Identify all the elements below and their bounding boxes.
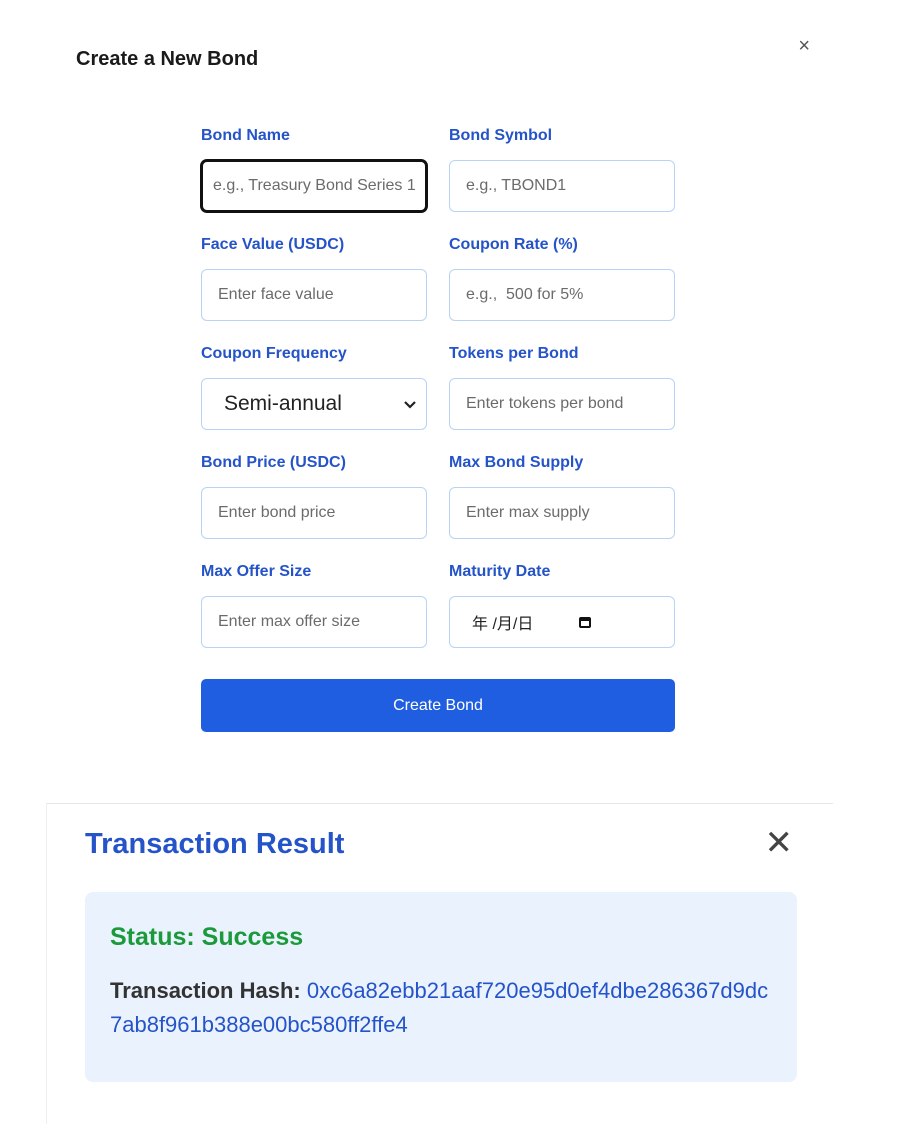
bond-price-field: Bond Price (USDC) bbox=[201, 453, 427, 539]
tokens-per-bond-label: Tokens per Bond bbox=[449, 345, 579, 362]
coupon-rate-input[interactable] bbox=[449, 269, 675, 321]
bond-name-label: Bond Name bbox=[201, 127, 290, 144]
bond-name-field: Bond Name bbox=[201, 126, 427, 212]
face-value-label: Face Value (USDC) bbox=[201, 236, 345, 253]
face-value-input[interactable] bbox=[201, 269, 427, 321]
max-offer-size-input[interactable] bbox=[201, 596, 427, 648]
close-icon[interactable]: ✕ bbox=[765, 826, 794, 860]
status-text: Status: Success bbox=[110, 923, 304, 951]
coupon-frequency-label: Coupon Frequency bbox=[201, 345, 347, 362]
bond-price-input[interactable] bbox=[201, 487, 427, 539]
modal-title: Create a New Bond bbox=[76, 48, 259, 70]
create-bond-modal: Create a New Bond × Bond Name Bond Symbo… bbox=[46, 18, 832, 804]
max-offer-size-label: Max Offer Size bbox=[201, 563, 312, 580]
max-bond-supply-input[interactable] bbox=[449, 487, 675, 539]
close-icon[interactable]: × bbox=[798, 36, 810, 56]
tokens-per-bond-field: Tokens per Bond bbox=[449, 344, 675, 430]
result-title: Transaction Result bbox=[85, 828, 345, 860]
coupon-frequency-value: Semi-annual bbox=[224, 392, 342, 415]
max-bond-supply-label: Max Bond Supply bbox=[449, 454, 584, 471]
coupon-rate-field: Coupon Rate (%) bbox=[449, 235, 675, 321]
coupon-rate-label: Coupon Rate (%) bbox=[449, 236, 578, 253]
coupon-frequency-field: Coupon Frequency Semi-annual bbox=[201, 344, 427, 430]
create-bond-button[interactable]: Create Bond bbox=[201, 679, 675, 732]
bond-price-label: Bond Price (USDC) bbox=[201, 454, 346, 471]
tokens-per-bond-input[interactable] bbox=[449, 378, 675, 430]
max-bond-supply-field: Max Bond Supply bbox=[449, 453, 675, 539]
result-panel: Status: Success Transaction Hash: 0xc6a8… bbox=[85, 892, 797, 1082]
maturity-date-field: Maturity Date 年 /月/日 bbox=[449, 562, 675, 648]
maturity-date-input[interactable]: 年 /月/日 bbox=[449, 596, 675, 648]
calendar-icon[interactable] bbox=[579, 616, 592, 628]
create-bond-form: Bond Name Bond Symbol Face Value (USDC) … bbox=[201, 126, 675, 732]
transaction-hash: Transaction Hash: 0xc6a82ebb21aaf720e95d… bbox=[110, 974, 780, 1042]
hash-label: Transaction Hash: bbox=[110, 978, 301, 1003]
bond-symbol-field: Bond Symbol bbox=[449, 126, 675, 212]
bond-symbol-label: Bond Symbol bbox=[449, 127, 553, 144]
bond-name-input[interactable] bbox=[201, 160, 427, 212]
maturity-date-label: Maturity Date bbox=[449, 563, 551, 580]
coupon-frequency-select[interactable]: Semi-annual bbox=[201, 378, 427, 430]
max-offer-size-field: Max Offer Size bbox=[201, 562, 427, 648]
transaction-result-modal: Transaction Result ✕ Status: Success Tra… bbox=[46, 803, 833, 1124]
chevron-down-icon bbox=[404, 396, 416, 412]
bond-symbol-input[interactable] bbox=[449, 160, 675, 212]
face-value-field: Face Value (USDC) bbox=[201, 235, 427, 321]
maturity-date-placeholder: 年 /月/日 bbox=[472, 616, 534, 633]
